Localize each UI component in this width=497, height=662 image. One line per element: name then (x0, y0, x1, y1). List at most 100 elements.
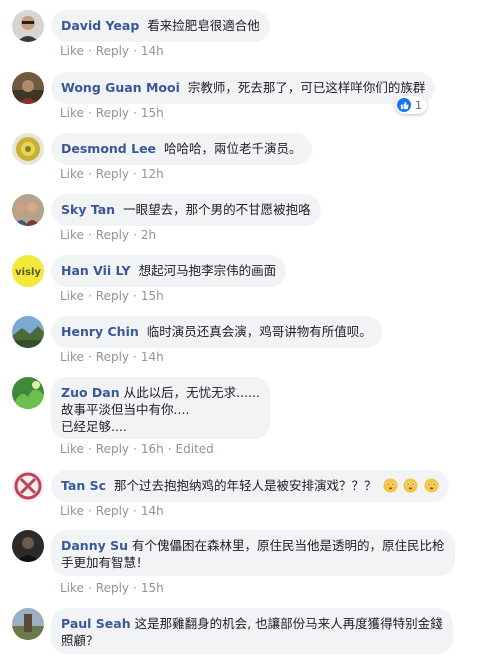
avatar-logo-text: visly (15, 267, 41, 278)
commenter-name[interactable]: Desmond Lee (61, 141, 156, 156)
commenter-name[interactable]: Sky Tan (61, 202, 115, 217)
separator-dot: · (133, 167, 137, 181)
flushed-face-icon (382, 478, 398, 493)
timestamp[interactable]: 14h (141, 504, 164, 518)
comment-text: 这是那雞翻身的机会, 也讓部份马来人再度獲得特别金錢 (134, 616, 443, 631)
like-link[interactable]: Like (60, 350, 84, 364)
avatar[interactable] (12, 194, 44, 226)
timestamp[interactable]: 15h (141, 106, 164, 120)
commenter-name[interactable]: David Yeap (61, 18, 139, 33)
separator-dot: · (133, 289, 137, 303)
reaction-number: 1 (415, 98, 422, 112)
timestamp[interactable]: 16h (141, 442, 164, 456)
separator-dot: · (133, 581, 137, 595)
edited-label[interactable]: Edited (176, 442, 214, 456)
comment-actions: Like · Reply · 14h (60, 504, 164, 518)
comment-text: 想起河马抱李宗伟的画面 (138, 263, 277, 278)
reply-link[interactable]: Reply (96, 228, 129, 242)
like-link[interactable]: Like (60, 106, 84, 120)
reply-link[interactable]: Reply (96, 350, 129, 364)
like-link[interactable]: Like (60, 504, 84, 518)
separator-dot: · (87, 581, 92, 595)
comment-actions: Like · Reply · 15h (60, 581, 164, 595)
separator-dot: · (87, 167, 92, 181)
separator-dot: · (87, 504, 92, 518)
separator-dot: · (133, 504, 137, 518)
comment-bubble: Danny Su 有个傀儡困在森林里，原住民当他是透明的，原住民比枪 手更加有智慧… (51, 530, 455, 576)
flushed-face-icon (403, 478, 419, 493)
reply-link[interactable]: Reply (96, 504, 129, 518)
avatar[interactable]: visly (12, 255, 44, 287)
commenter-name[interactable]: Zuo Dan (61, 385, 120, 400)
comment-text: 看来捡肥皂很適合他 (147, 18, 260, 33)
avatar[interactable] (12, 377, 44, 409)
commenter-name[interactable]: Han Vii LY (61, 263, 131, 278)
timestamp[interactable]: 14h (141, 44, 164, 58)
timestamp[interactable]: 12h (141, 167, 164, 181)
separator-dot: · (87, 289, 92, 303)
reply-link[interactable]: Reply (96, 289, 129, 303)
separator-dot: · (167, 442, 172, 456)
comment-bubble: Wong Guan Mooi 宗教师，死去那了，可已这样咩你们的族群 (51, 72, 436, 104)
commenter-name[interactable]: Paul Seah (61, 616, 131, 631)
comment-text: 临时演员还真会演，鸡哥讲物有所值呗。 (146, 324, 372, 339)
comment-text: 已经足够.... (61, 419, 127, 434)
like-link[interactable]: Like (60, 289, 84, 303)
reply-link[interactable]: Reply (96, 106, 129, 120)
comment-actions: Like · Reply · 14h (60, 350, 164, 364)
timestamp[interactable]: 15h (141, 581, 164, 595)
avatar[interactable] (12, 72, 44, 104)
comment-bubble: Sky Tan 一眼望去，那个男的不甘愿被抱咯 (51, 194, 321, 226)
separator-dot: · (87, 350, 92, 364)
separator-dot: · (133, 228, 137, 242)
separator-dot: · (133, 44, 137, 58)
comment-text: 宗教师，死去那了，可已这样咩你们的族群 (187, 80, 426, 95)
reply-link[interactable]: Reply (96, 167, 129, 181)
commenter-name[interactable]: Henry Chin (61, 324, 139, 339)
separator-dot: · (133, 350, 137, 364)
comment-bubble: Paul Seah 这是那雞翻身的机会, 也讓部份马来人再度獲得特别金錢 照顧？ (51, 608, 453, 654)
comment-text: 从此以后，无忧无求...... (123, 385, 260, 400)
comment-text: 故事平淡但当中有你.... (61, 402, 190, 417)
reply-link[interactable]: Reply (96, 581, 129, 595)
commenter-name[interactable]: Danny Su (61, 538, 128, 553)
like-link[interactable]: Like (60, 228, 84, 242)
comment-actions: Like · Reply · 12h (60, 167, 164, 181)
comment-bubble: Han Vii LY 想起河马抱李宗伟的画面 (51, 255, 287, 287)
comment-actions: Like · Reply · 15h (60, 106, 164, 120)
comment-text: 照顧？ (61, 633, 99, 648)
avatar[interactable] (12, 133, 44, 165)
comment-actions: Like · Reply · 2h (60, 228, 156, 242)
comment-bubble: Tan Sc 那个过去抱抱纳鸡的年轻人是被安排演戏？？？ (51, 470, 450, 502)
timestamp[interactable]: 15h (141, 289, 164, 303)
timestamp[interactable]: 14h (141, 350, 164, 364)
comment-actions: Like · Reply · 15h (60, 289, 164, 303)
like-link[interactable]: Like (60, 581, 84, 595)
separator-dot: · (133, 442, 137, 456)
commenter-name[interactable]: Tan Sc (61, 478, 106, 493)
comment-text: 一眼望去，那个男的不甘愿被抱咯 (123, 202, 311, 217)
separator-dot: · (87, 442, 92, 456)
commenter-name[interactable]: Wong Guan Mooi (61, 80, 180, 95)
avatar[interactable] (12, 470, 44, 502)
comment-actions: Like · Reply · 14h (60, 44, 164, 58)
like-link[interactable]: Like (60, 44, 84, 58)
reply-link[interactable]: Reply (96, 442, 129, 456)
avatar[interactable] (12, 316, 44, 348)
comment-text: 手更加有智慧！ (61, 555, 149, 570)
separator-dot: · (87, 106, 92, 120)
comment-actions: Like · Reply · 16h · Edited (60, 442, 214, 456)
avatar[interactable] (12, 530, 44, 562)
reaction-count[interactable]: 1 (395, 96, 427, 114)
avatar[interactable] (12, 608, 44, 640)
comment-text: 哈哈哈，兩位老千演员。 (164, 141, 302, 156)
avatar[interactable] (12, 10, 44, 42)
separator-dot: · (133, 106, 137, 120)
like-link[interactable]: Like (60, 167, 84, 181)
like-link[interactable]: Like (60, 442, 84, 456)
reply-link[interactable]: Reply (96, 44, 129, 58)
timestamp[interactable]: 2h (141, 228, 156, 242)
thumbs-up-icon (397, 98, 411, 112)
comment-text: 那个过去抱抱纳鸡的年轻人是被安排演戏？？？ (114, 478, 377, 493)
comment-text: 有个傀儡困在森林里，原住民当他是透明的，原住民比枪 (132, 538, 445, 553)
